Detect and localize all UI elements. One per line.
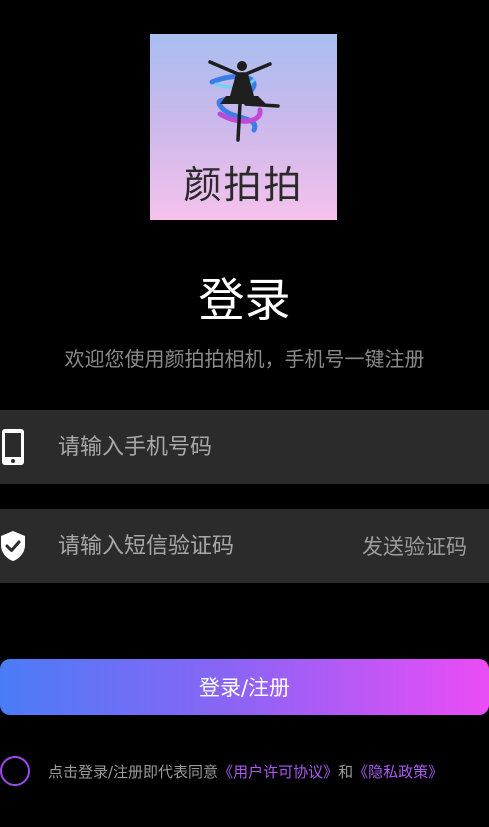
send-code-button[interactable]: 发送验证码 [362,531,467,561]
phone-input[interactable] [26,410,489,484]
phone-icon [0,428,26,466]
agreement-radio[interactable] [0,756,30,786]
page-title: 登录 [198,273,291,327]
phone-field[interactable] [0,410,489,484]
agreement-conjunction: 和 [338,762,354,781]
shield-check-icon [0,527,26,565]
login-register-button[interactable]: 登录/注册 [0,659,489,715]
agreement-row: 点击登录/注册即代表同意《用户许可协议》和《隐私政策》 [0,754,489,788]
privacy-policy-link[interactable]: 《隐私政策》 [353,763,443,781]
page-subtitle: 欢迎您使用颜拍拍相机，手机号一键注册 [64,347,425,371]
agreement-prefix: 点击登录/注册即代表同意 [48,762,219,781]
dancer-logo-icon [208,60,280,142]
code-input[interactable] [26,509,362,583]
app-logo: 颜拍拍 [150,34,337,220]
agreement-text: 点击登录/注册即代表同意《用户许可协议》和《隐私政策》 [48,761,443,782]
user-agreement-link[interactable]: 《用户许可协议》 [218,763,338,781]
code-field[interactable]: 发送验证码 [0,509,489,583]
logo-text: 颜拍拍 [183,163,304,207]
